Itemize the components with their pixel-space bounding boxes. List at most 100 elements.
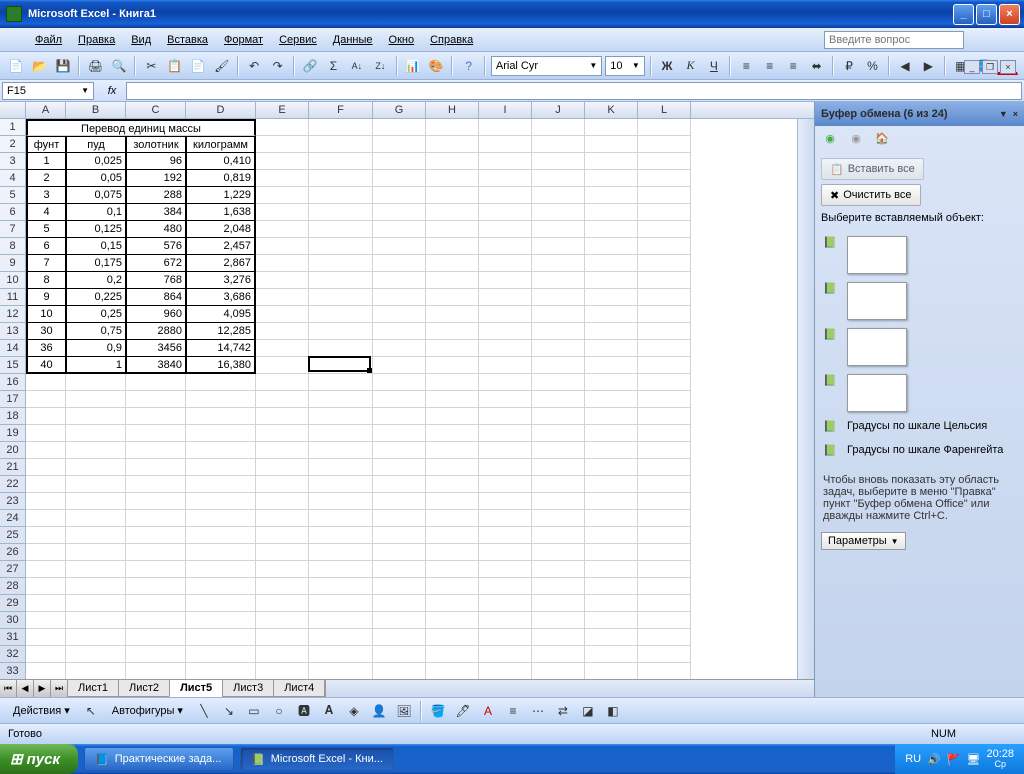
system-tray[interactable]: RU 🔊 🚩 🖥 20:28 Ср <box>895 744 1024 774</box>
insert-picture-button[interactable]: 🖼 <box>393 700 415 722</box>
cell[interactable] <box>373 170 426 187</box>
cell[interactable] <box>309 306 373 323</box>
cell[interactable] <box>373 510 426 527</box>
cell[interactable] <box>26 578 66 595</box>
tab-next-button[interactable]: ▶ <box>34 680 51 697</box>
cell[interactable]: 8 <box>26 272 66 289</box>
column-header-B[interactable]: B <box>66 102 126 118</box>
task-pane-options-button[interactable]: Параметры▼ <box>821 532 906 550</box>
cell[interactable] <box>426 663 479 679</box>
cell[interactable] <box>532 612 585 629</box>
cell[interactable] <box>373 459 426 476</box>
cell[interactable]: 2880 <box>126 323 186 340</box>
cell[interactable] <box>26 663 66 679</box>
tray-flag-icon[interactable]: 🚩 <box>947 753 961 766</box>
save-button[interactable]: 💾 <box>53 55 73 77</box>
menu-window[interactable]: Окно <box>382 31 422 49</box>
start-button[interactable]: ⊞ пуск <box>0 744 78 774</box>
cell[interactable]: 0,1 <box>66 204 126 221</box>
cell[interactable] <box>66 629 126 646</box>
cell[interactable] <box>309 595 373 612</box>
cell[interactable] <box>638 595 691 612</box>
cell[interactable]: 3840 <box>126 357 186 374</box>
cell[interactable] <box>309 561 373 578</box>
format-painter-button[interactable]: 🖌 <box>212 55 232 77</box>
cell[interactable] <box>426 119 479 136</box>
cell[interactable]: 5 <box>26 221 66 238</box>
cell[interactable] <box>426 629 479 646</box>
cell[interactable] <box>426 425 479 442</box>
row-header[interactable]: 10 <box>0 272 25 289</box>
cell[interactable] <box>26 510 66 527</box>
cell[interactable] <box>256 527 309 544</box>
cell[interactable]: 10 <box>26 306 66 323</box>
cell[interactable]: 288 <box>126 187 186 204</box>
cell[interactable] <box>638 357 691 374</box>
cut-button[interactable]: ✂ <box>141 55 161 77</box>
cell[interactable]: 0,175 <box>66 255 126 272</box>
row-header[interactable]: 21 <box>0 459 25 476</box>
cell[interactable] <box>585 510 638 527</box>
cell[interactable] <box>186 527 256 544</box>
cell[interactable] <box>373 323 426 340</box>
cell[interactable] <box>126 459 186 476</box>
cell[interactable] <box>585 459 638 476</box>
cell[interactable] <box>126 629 186 646</box>
font-size-combo[interactable]: 10▼ <box>605 56 645 76</box>
cell[interactable] <box>66 391 126 408</box>
menu-insert[interactable]: Вставка <box>160 31 215 49</box>
cell[interactable] <box>26 612 66 629</box>
cell[interactable]: 14,742 <box>186 340 256 357</box>
cell[interactable] <box>532 340 585 357</box>
cell[interactable]: 1,229 <box>186 187 256 204</box>
cell[interactable] <box>126 391 186 408</box>
cell[interactable] <box>426 493 479 510</box>
cell[interactable] <box>309 493 373 510</box>
cell[interactable] <box>373 391 426 408</box>
align-right-button[interactable]: ≡ <box>783 55 803 77</box>
cell[interactable]: 4 <box>26 204 66 221</box>
cell[interactable] <box>26 391 66 408</box>
cell[interactable] <box>426 374 479 391</box>
cell[interactable] <box>532 272 585 289</box>
cell[interactable] <box>479 255 532 272</box>
doc-minimize-button[interactable]: _ <box>964 60 980 74</box>
row-header[interactable]: 8 <box>0 238 25 255</box>
cell[interactable] <box>256 544 309 561</box>
cell[interactable]: 384 <box>126 204 186 221</box>
menu-file[interactable]: Файл <box>28 31 69 49</box>
cell[interactable] <box>309 374 373 391</box>
row-header[interactable]: 1 <box>0 119 25 136</box>
menu-tools[interactable]: Сервис <box>272 31 324 49</box>
column-header-L[interactable]: L <box>638 102 691 118</box>
cell[interactable] <box>26 442 66 459</box>
cell[interactable] <box>373 578 426 595</box>
cell[interactable] <box>256 493 309 510</box>
fill-button[interactable]: 🪣 <box>427 700 449 722</box>
cell[interactable] <box>309 238 373 255</box>
cell[interactable] <box>186 578 256 595</box>
cell[interactable] <box>66 459 126 476</box>
cell[interactable]: 960 <box>126 306 186 323</box>
cell[interactable] <box>532 595 585 612</box>
cell[interactable] <box>638 289 691 306</box>
cell[interactable] <box>532 646 585 663</box>
cell[interactable] <box>256 374 309 391</box>
cell[interactable] <box>426 442 479 459</box>
cell[interactable]: 3,276 <box>186 272 256 289</box>
cell[interactable] <box>532 442 585 459</box>
cell[interactable]: 30 <box>26 323 66 340</box>
column-header-C[interactable]: C <box>126 102 186 118</box>
cell[interactable] <box>126 663 186 679</box>
name-box[interactable]: F15▼ <box>2 82 94 100</box>
sheet-tab[interactable]: Лист4 <box>273 680 325 697</box>
sheet-tab[interactable]: Лист2 <box>118 680 170 697</box>
help-button[interactable]: ? <box>458 55 478 77</box>
cell[interactable] <box>585 527 638 544</box>
cell[interactable]: 6 <box>26 238 66 255</box>
cell[interactable] <box>638 544 691 561</box>
cell[interactable] <box>373 374 426 391</box>
cell[interactable] <box>585 425 638 442</box>
cell[interactable] <box>638 170 691 187</box>
sort-asc-button[interactable]: A↓ <box>347 55 367 77</box>
